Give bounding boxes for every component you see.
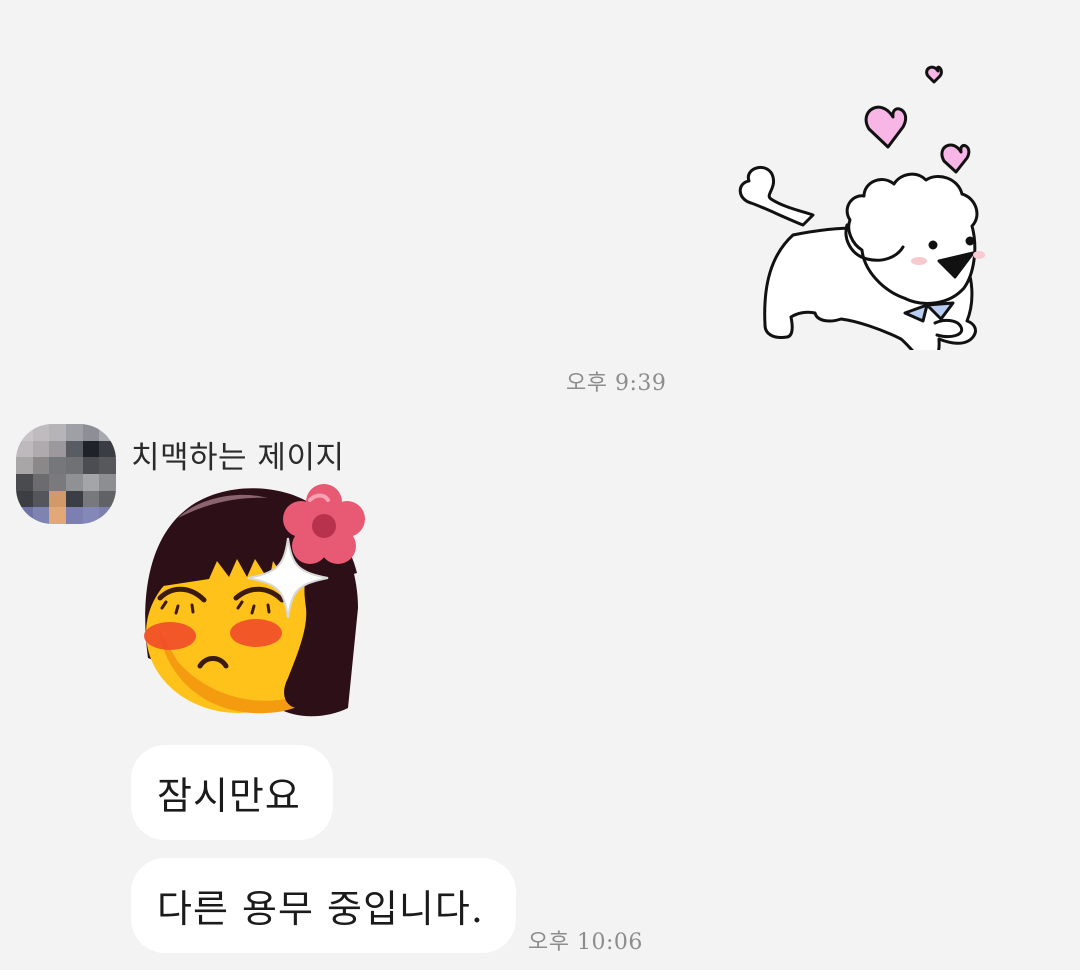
message-text: 다른 용무 중입니다. — [157, 887, 484, 931]
message-text: 잠시만요 — [157, 774, 301, 818]
message-timestamp: 오후 10:06 — [528, 930, 643, 955]
dog-hearts-sticker-icon[interactable] — [735, 55, 995, 350]
message-timestamp: 오후 9:39 — [566, 371, 667, 396]
message-bubble[interactable]: 다른 용무 중입니다. — [131, 858, 516, 953]
message-bubble[interactable]: 잠시만요 — [131, 745, 333, 840]
sender-name: 치맥하는 제이지 — [131, 440, 345, 476]
avatar[interactable] — [16, 424, 116, 524]
blushing-girl-emoji-sticker-icon[interactable] — [138, 478, 378, 723]
